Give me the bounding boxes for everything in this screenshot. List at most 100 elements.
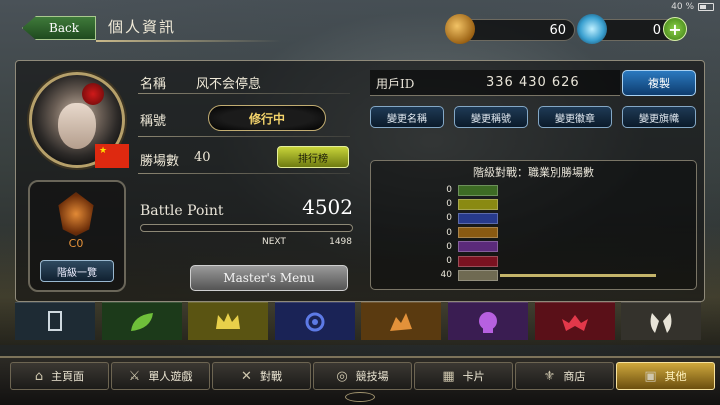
dragon-icon xyxy=(390,312,413,331)
nav-item-0[interactable]: ⌂ 主頁面 xyxy=(10,362,109,390)
nav-item-6[interactable]: ▣ 其他 xyxy=(616,362,715,390)
nav-item-3[interactable]: ◎ 競技場 xyxy=(313,362,412,390)
nav-item-1[interactable]: ⚔ 單人遊戲 xyxy=(111,362,210,390)
class-win-count: 0 xyxy=(446,185,452,195)
nav-icon: ▦ xyxy=(442,368,455,384)
add-crystals-button[interactable]: + xyxy=(663,17,687,41)
rank-list-button[interactable]: 階級一覽 xyxy=(40,260,114,282)
gold-counter: 60 xyxy=(445,14,575,44)
change-title-button[interactable]: 變更稱號 xyxy=(454,106,528,128)
class-tab-bat[interactable] xyxy=(534,302,615,340)
crystal-icon xyxy=(577,14,607,44)
class-tab-wing[interactable] xyxy=(621,302,702,340)
nav-icon: ◎ xyxy=(336,368,348,384)
title-label: 稱號 xyxy=(140,114,167,129)
nav-label: 對戰 xyxy=(259,370,282,383)
wins-label: 勝場數 xyxy=(140,154,180,169)
crystal-amount: 0 xyxy=(652,22,661,38)
back-label: Back xyxy=(49,21,79,35)
crystal-counter: 0 + xyxy=(577,14,687,44)
nav-item-5[interactable]: ⚜ 商店 xyxy=(515,362,614,390)
wing-icon xyxy=(650,312,672,333)
class-tab-leaf[interactable] xyxy=(101,302,182,340)
class-win-count: 40 xyxy=(440,270,452,281)
next-label: NEXT xyxy=(262,237,286,247)
battery-percent: 40 % xyxy=(671,2,694,12)
class-tab-skull[interactable] xyxy=(448,302,528,340)
class-color-swatch xyxy=(458,212,498,224)
wins-value: 40 xyxy=(194,150,211,165)
divider xyxy=(138,136,350,137)
nav-label: 單人遊戲 xyxy=(148,370,193,383)
class-color-swatch xyxy=(458,184,498,196)
class-win-row: 0 xyxy=(440,184,498,196)
class-color-swatch xyxy=(458,255,498,267)
back-button[interactable]: Back xyxy=(22,16,96,40)
next-value: 1498 xyxy=(329,237,352,247)
nav-icon: ✕ xyxy=(241,368,252,384)
gold-amount: 60 xyxy=(549,22,566,38)
class-color-swatch xyxy=(458,241,498,253)
skull-icon xyxy=(479,311,497,333)
copy-button[interactable]: 複製 xyxy=(622,70,696,96)
class-win-count: 0 xyxy=(446,256,452,266)
class-win-row: 40 xyxy=(440,269,656,281)
class-win-row: 0 xyxy=(440,241,498,253)
divider xyxy=(138,173,350,174)
nav-item-4[interactable]: ▦ 卡片 xyxy=(414,362,513,390)
class-win-bar xyxy=(500,273,656,277)
change-name-button[interactable]: 變更名稱 xyxy=(370,106,444,128)
nav-icon: ⌂ xyxy=(34,368,44,384)
class-win-row: 0 xyxy=(440,227,498,239)
battery-icon xyxy=(698,3,714,11)
title-underline xyxy=(96,40,281,42)
avatar-face xyxy=(58,103,96,149)
class-tab-dragon[interactable] xyxy=(361,302,442,340)
class-color-swatch xyxy=(458,227,498,239)
user-id-value: 336 430 626 xyxy=(486,75,580,90)
battle-point-bar xyxy=(140,224,353,232)
leaf-icon xyxy=(130,312,153,331)
class-tab-crown[interactable] xyxy=(188,302,269,340)
system-status-bar: 40 % xyxy=(671,2,714,12)
name-value: 风不会停息 xyxy=(196,77,262,92)
rank-code: C0 xyxy=(68,237,84,250)
nav-item-2[interactable]: ✕ 對戰 xyxy=(212,362,311,390)
nav-label: 其他 xyxy=(664,370,687,383)
user-id-label: 用戶ID xyxy=(376,77,415,91)
class-win-count: 0 xyxy=(446,241,452,252)
bat-icon xyxy=(561,314,588,331)
masters-menu-button[interactable]: Master's Menu xyxy=(190,265,348,291)
crown-icon xyxy=(216,312,241,329)
class-win-count: 0 xyxy=(446,199,452,210)
class-tab-card[interactable] xyxy=(15,302,95,340)
page-title: 個人資訊 xyxy=(108,18,177,36)
nav-label: 主頁面 xyxy=(51,370,85,383)
gold-bag-icon xyxy=(445,14,475,44)
class-wins-title: 階級對戰：職業別勝場數 xyxy=(473,166,594,179)
china-flag-icon[interactable]: ★ xyxy=(95,144,129,168)
battle-point-value: 4502 xyxy=(302,195,353,219)
nav-label: 商店 xyxy=(563,370,586,383)
class-win-row: 0 xyxy=(440,212,498,224)
rose-decoration xyxy=(82,83,104,105)
class-tab-star-emblem[interactable] xyxy=(274,302,355,340)
class-win-row: 0 xyxy=(440,255,498,267)
nav-icon: ▣ xyxy=(644,368,657,384)
nav-label: 競技場 xyxy=(355,370,389,383)
title-badge: 修行中 xyxy=(208,105,326,131)
name-label: 名稱 xyxy=(140,77,167,92)
nav-label: 卡片 xyxy=(462,370,485,383)
divider xyxy=(138,93,350,94)
nav-icon: ⚜ xyxy=(543,368,556,384)
ranking-button[interactable]: 排行榜 xyxy=(277,146,349,168)
class-win-count: 0 xyxy=(446,213,452,224)
class-win-row: 0 xyxy=(440,198,498,210)
card-icon xyxy=(48,310,62,331)
change-badge-button[interactable]: 變更徽章 xyxy=(538,106,612,128)
change-flag-button[interactable]: 變更旗幟 xyxy=(622,106,696,128)
class-color-swatch xyxy=(458,198,498,210)
class-win-count: 0 xyxy=(446,227,452,238)
star-emblem-icon xyxy=(305,312,325,331)
battle-point-label: Battle Point xyxy=(140,203,224,219)
